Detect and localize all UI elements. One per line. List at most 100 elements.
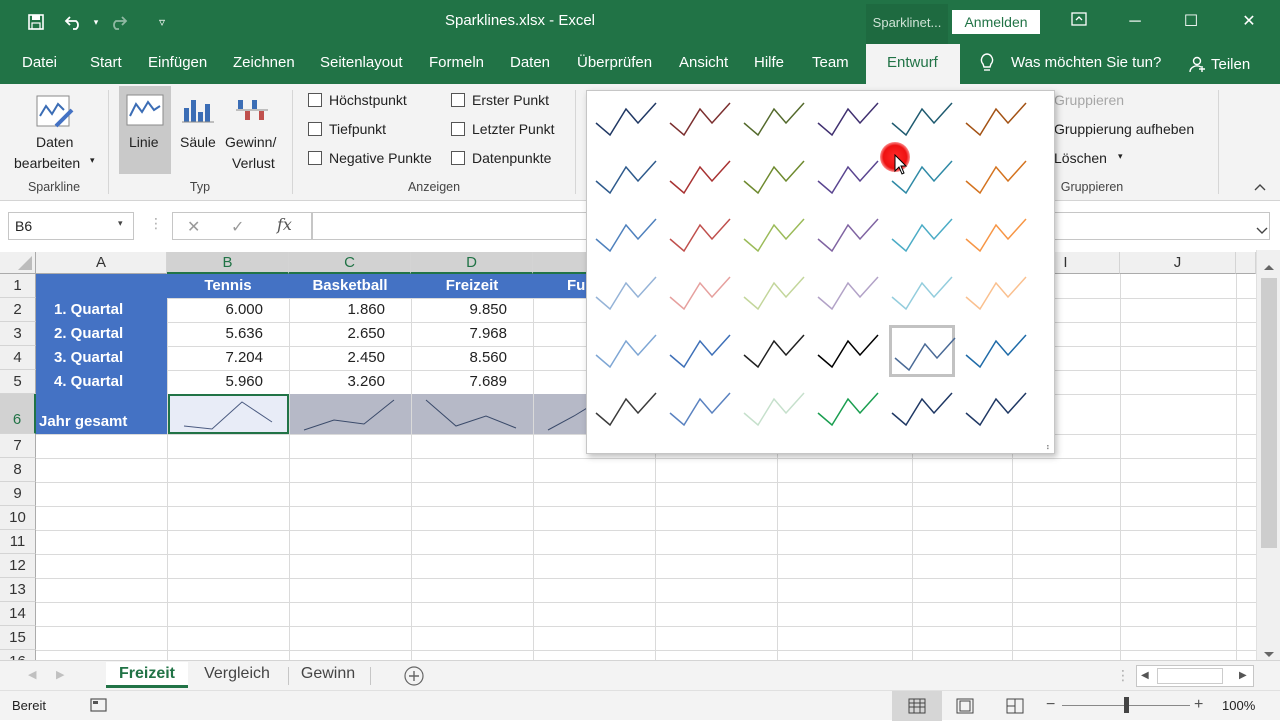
table-cell[interactable]: 3.260 <box>289 370 411 394</box>
edit-data-label2[interactable]: bearbeiten <box>14 155 80 171</box>
label-datenpunkte[interactable]: Datenpunkte <box>472 150 551 166</box>
sheet-tab-vergleich[interactable]: Vergleich <box>190 662 284 688</box>
label-letzter-punkt[interactable]: Letzter Punkt <box>472 121 555 137</box>
cancel-icon[interactable]: ✕ <box>187 217 200 237</box>
sparkline-style-swatch[interactable] <box>815 325 881 377</box>
row-header[interactable]: 16 <box>0 650 36 660</box>
checkbox-erster-punkt[interactable] <box>451 93 465 107</box>
sparkline-style-swatch[interactable] <box>815 267 881 319</box>
close-icon[interactable]: ✕ <box>1234 8 1264 36</box>
sparkline-style-gallery[interactable]: ⠰ <box>586 90 1055 454</box>
label-tiefpunkt[interactable]: Tiefpunkt <box>329 121 386 137</box>
column-header-d[interactable]: D <box>411 252 533 274</box>
signin-button[interactable]: Anmelden <box>952 10 1040 34</box>
sparkline-style-swatch[interactable] <box>593 383 659 435</box>
row-header[interactable]: 14 <box>0 602 36 626</box>
table-cell[interactable]: 2.450 <box>289 346 411 370</box>
add-sheet-icon[interactable] <box>403 665 425 690</box>
sparkline-style-swatch[interactable] <box>667 383 733 435</box>
maximize-icon[interactable]: ☐ <box>1176 8 1206 36</box>
table-cell[interactable]: 9.850 <box>411 298 533 322</box>
row-header[interactable]: 5 <box>0 370 36 394</box>
column-header-k[interactable] <box>1236 252 1256 274</box>
table-header[interactable]: Tennis <box>167 274 289 298</box>
tab-datei[interactable]: Datei <box>22 54 57 71</box>
column-header-a[interactable]: A <box>36 252 167 274</box>
table-header[interactable]: Basketball <box>289 274 411 298</box>
sparkline-style-swatch[interactable] <box>815 383 881 435</box>
sparkline-style-swatch[interactable] <box>889 267 955 319</box>
sparkline-style-swatch[interactable] <box>741 93 807 145</box>
row-header[interactable]: 6 <box>0 394 36 434</box>
column-header-j[interactable]: J <box>1120 252 1236 274</box>
sparkline-style-swatch[interactable] <box>963 209 1029 261</box>
vertical-scrollbar[interactable] <box>1256 250 1280 660</box>
row-header[interactable]: 9 <box>0 482 36 506</box>
row-header[interactable]: 1 <box>0 274 36 298</box>
hscroll-right-icon[interactable]: ▶ <box>1239 670 1247 681</box>
tab-team[interactable]: Team <box>812 54 849 71</box>
macro-record-icon[interactable] <box>90 696 108 717</box>
sheet-tab-freizeit[interactable]: Freizeit <box>106 662 188 688</box>
sparkline-style-swatch[interactable] <box>963 325 1029 377</box>
total-row-label[interactable]: Jahr gesamt <box>36 394 167 434</box>
tab-hilfe[interactable]: Hilfe <box>754 54 784 71</box>
type-winloss-label1[interactable]: Gewinn/ <box>225 134 276 150</box>
column-header-c[interactable]: C <box>289 252 411 274</box>
name-box-dropdown-icon[interactable]: ▾ <box>118 218 123 229</box>
type-column-label[interactable]: Säule <box>180 134 216 150</box>
sparkline-style-swatch[interactable] <box>963 383 1029 435</box>
table-cell[interactable]: 7.204 <box>167 346 289 370</box>
view-page-break-icon[interactable] <box>1006 698 1024 717</box>
sparkline-style-swatch[interactable] <box>667 151 733 203</box>
row-label[interactable]: 2. Quartal <box>36 322 167 346</box>
loeschen-dropdown-icon[interactable]: ▾ <box>1118 151 1123 162</box>
checkbox-datenpunkte[interactable] <box>451 151 465 165</box>
sheet-scroll-right-icon[interactable]: ▶ <box>56 668 64 681</box>
sparkline-style-swatch[interactable] <box>741 267 807 319</box>
edit-data-dropdown-icon[interactable]: ▾ <box>90 155 95 166</box>
type-winloss-label2[interactable]: Verlust <box>232 155 275 171</box>
zoom-slider-thumb[interactable] <box>1124 697 1129 713</box>
edit-data-icon[interactable] <box>34 92 76 135</box>
view-page-layout-icon[interactable] <box>956 698 974 717</box>
row-label[interactable]: 4. Quartal <box>36 370 167 394</box>
column-header-b[interactable]: B <box>167 252 289 274</box>
sparkline-style-swatch[interactable] <box>889 325 956 377</box>
select-all-corner[interactable] <box>0 252 36 274</box>
sparkline-style-swatch[interactable] <box>593 93 659 145</box>
loeschen-button[interactable]: Löschen <box>1054 150 1107 166</box>
table-cell[interactable]: 7.968 <box>411 322 533 346</box>
tab-einfuegen[interactable]: Einfügen <box>148 54 207 71</box>
sparkline-style-swatch[interactable] <box>815 209 881 261</box>
row-header[interactable]: 2 <box>0 298 36 322</box>
row-header[interactable]: 12 <box>0 554 36 578</box>
share-button[interactable]: Teilen <box>1211 56 1250 73</box>
sparkline-style-swatch[interactable] <box>667 267 733 319</box>
share-icon[interactable] <box>1188 55 1206 77</box>
row-header[interactable]: 10 <box>0 506 36 530</box>
sparkline-style-swatch[interactable] <box>815 151 881 203</box>
sparkline-style-swatch[interactable] <box>667 325 733 377</box>
row-label[interactable]: 1. Quartal <box>36 298 167 322</box>
scroll-up-icon[interactable] <box>1263 258 1275 274</box>
column-type-icon[interactable] <box>180 94 218 129</box>
gruppieren-button[interactable]: Gruppieren <box>1054 92 1124 108</box>
sparkline-style-swatch[interactable] <box>889 209 955 261</box>
row-header[interactable]: 4 <box>0 346 36 370</box>
sparkline-style-swatch[interactable] <box>889 383 955 435</box>
table-cell[interactable]: 1.860 <box>289 298 411 322</box>
hscroll-left-icon[interactable]: ◀ <box>1141 670 1149 681</box>
line-type-icon[interactable] <box>126 94 164 129</box>
tab-entwurf[interactable]: Entwurf <box>887 54 938 71</box>
label-erster-punkt[interactable]: Erster Punkt <box>472 92 549 108</box>
table-cell[interactable]: 8.560 <box>411 346 533 370</box>
label-hoechstpunkt[interactable]: Höchstpunkt <box>329 92 407 108</box>
sparkline-style-swatch[interactable] <box>741 209 807 261</box>
tab-formeln[interactable]: Formeln <box>429 54 484 71</box>
name-box[interactable]: B6 <box>8 212 134 240</box>
sparkline-style-swatch[interactable] <box>741 325 807 377</box>
label-negative-punkte[interactable]: Negative Punkte <box>329 150 432 166</box>
table-header-corner[interactable] <box>36 274 167 298</box>
row-header[interactable]: 7 <box>0 434 36 458</box>
